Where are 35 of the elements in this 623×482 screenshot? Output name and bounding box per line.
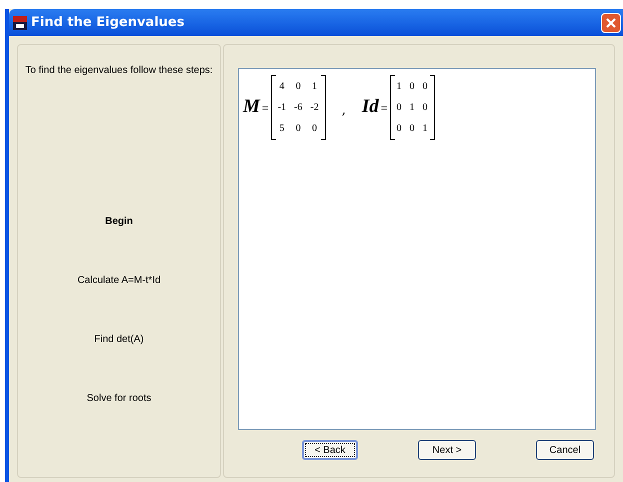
matrix-entry: 1: [422, 122, 428, 136]
intro-text: To find the eigenvalues follow these steps:: [25, 64, 213, 78]
matrix-entry: 1: [410, 101, 415, 115]
matrix-entry: 0: [396, 101, 402, 115]
equals-sign: =: [380, 100, 388, 116]
matrix-entry: 0: [396, 122, 402, 136]
matrix-entry: 0: [422, 80, 428, 94]
step-label: Solve for roots: [86, 392, 152, 406]
matrix-entry: 0: [410, 80, 415, 94]
close-button[interactable]: [601, 12, 621, 32]
matrix-name: Id: [362, 95, 379, 120]
matrix-name: M: [243, 95, 260, 120]
step-label: Begin: [105, 215, 133, 229]
close-icon: [605, 16, 617, 28]
matrix-entry: 0: [311, 122, 318, 136]
matrix-entry: 0: [294, 80, 302, 94]
matrix-entry: 1: [396, 80, 402, 94]
matrix-entry: 0: [410, 122, 415, 136]
matrix-entry: 0: [422, 101, 428, 115]
dialog-button[interactable]: < Back: [302, 440, 358, 460]
equals-sign: =: [262, 100, 269, 116]
matrix-entry: -6: [294, 101, 302, 115]
matrix-entry: 1: [311, 80, 318, 94]
comma: ,: [342, 102, 346, 120]
matrix-entry: 0: [294, 122, 302, 136]
matrix-entry: -1: [278, 101, 286, 115]
matrix-entry: 4: [278, 80, 286, 94]
matrix-entry: -2: [310, 101, 319, 115]
dialog-button[interactable]: Cancel: [536, 440, 594, 460]
window-title: Find the Eigenvalues: [31, 14, 184, 32]
app-icon: [13, 16, 27, 30]
step-label: Find det(A): [94, 333, 144, 347]
dialog-button[interactable]: Next >: [418, 440, 476, 460]
matrix-entry: 5: [278, 122, 286, 136]
step-label: Calculate A=M-t*Id: [77, 274, 161, 288]
